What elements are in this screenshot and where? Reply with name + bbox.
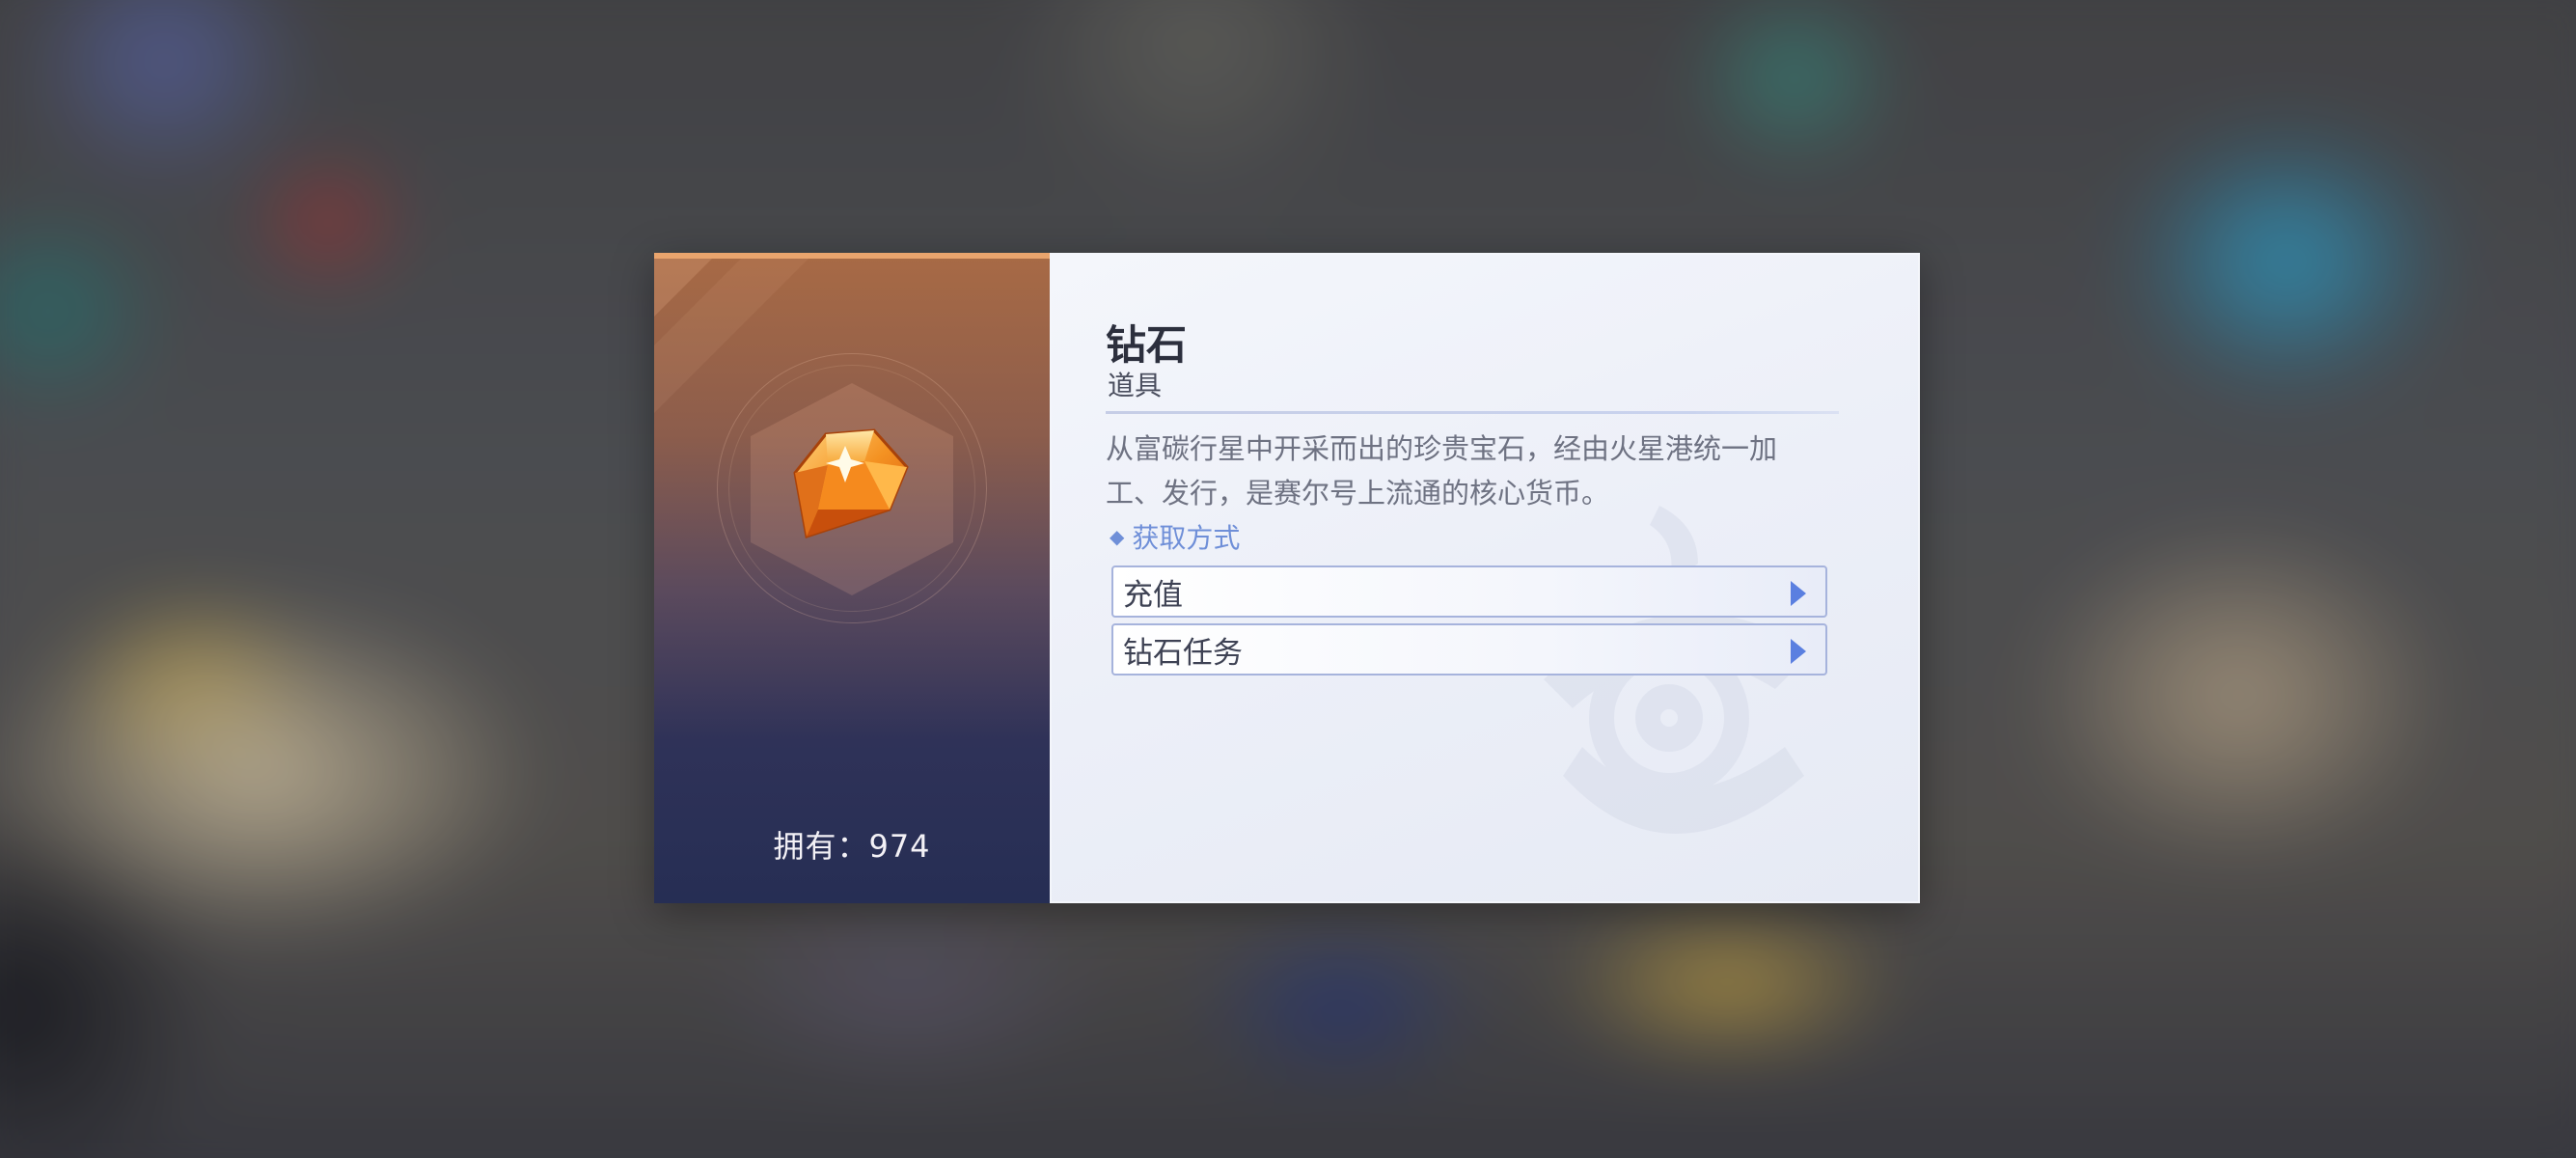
game-screen: 拥有：974 钻石 道具 从富碳行星中开采而出的珍贵宝石，经由火星港统一加工、发… (0, 0, 2576, 1158)
play-arrow-icon (1791, 581, 1806, 606)
diamond-gem-icon (793, 428, 909, 538)
item-info-panel: 钻石 道具 从富碳行星中开采而出的珍贵宝石，经由火星港统一加工、发行，是赛尔号上… (1050, 253, 1920, 903)
play-arrow-icon (1791, 639, 1806, 664)
diamond-quest-button[interactable]: 钻石任务 (1111, 623, 1827, 676)
item-description: 从富碳行星中开采而出的珍贵宝石，经由火星港统一加工、发行，是赛尔号上流通的核心货… (1106, 432, 1778, 510)
diamond-quest-label: 钻石任务 (1123, 635, 1243, 671)
item-category: 道具 (1108, 370, 1163, 401)
recharge-label: 充值 (1123, 577, 1183, 613)
item-title: 钻石 (1106, 321, 1188, 369)
obtain-methods-header: ◆ 获取方式 (1110, 517, 1240, 556)
diamond-bullet-icon: ◆ (1110, 525, 1125, 548)
recharge-button[interactable]: 充值 (1111, 565, 1827, 618)
item-detail-dialog: 拥有：974 钻石 道具 从富碳行星中开采而出的珍贵宝石，经由火星港统一加工、发… (654, 253, 1920, 903)
title-divider (1106, 411, 1839, 414)
item-preview-panel: 拥有：974 (654, 253, 1050, 903)
owned-count: 拥有：974 (773, 828, 931, 865)
obtain-methods-label: 获取方式 (1132, 522, 1241, 554)
